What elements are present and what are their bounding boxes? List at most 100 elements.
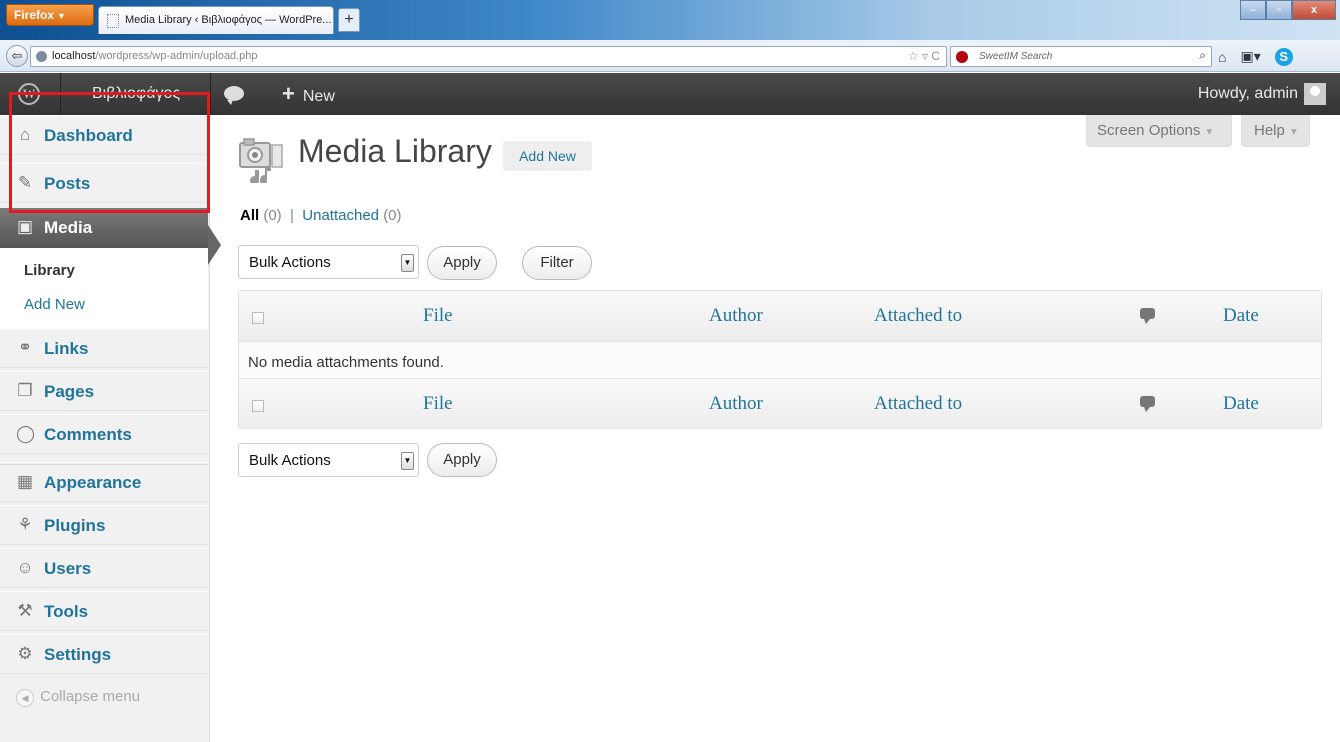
search-placeholder: SweetIM Search <box>979 51 1053 62</box>
window-controls: ‒ ▫ x <box>1240 0 1336 20</box>
home-button-icon[interactable]: ⌂ <box>1218 49 1226 65</box>
back-button[interactable]: ⇦ <box>6 45 28 67</box>
media-table: File Author Attached to Date No media at… <box>238 290 1322 429</box>
sidebar-item-label: Links <box>44 339 89 358</box>
filter-all-count: (0) <box>263 207 282 224</box>
settings-icon: ⚙ <box>17 644 33 663</box>
appearance-icon: ▦ <box>16 472 34 491</box>
sidebar-item-links[interactable]: ⚭ Links <box>0 328 208 368</box>
apply-button-bottom[interactable]: Apply <box>427 443 497 477</box>
add-new-button[interactable]: Add New <box>503 141 592 171</box>
pages-icon: ❐ <box>17 381 33 400</box>
sidebar-item-label: Pages <box>44 382 95 401</box>
table-header-row: File Author Attached to Date <box>239 291 1321 341</box>
dropdown-arrow-icon: ▼ <box>401 452 414 470</box>
search-engine-icon[interactable] <box>956 51 968 63</box>
search-icon[interactable]: ⌕ <box>1199 48 1206 63</box>
sidebar-item-label: Appearance <box>44 473 142 492</box>
sidebar-item-label: Users <box>44 559 92 578</box>
select-all-checkbox[interactable] <box>252 312 264 324</box>
divider <box>210 73 211 115</box>
column-attached-to[interactable]: Attached to <box>874 305 962 327</box>
sidebar-item-appearance[interactable]: ▦ Appearance <box>0 462 208 502</box>
sidebar-item-users[interactable]: ☺ Users <box>0 548 208 588</box>
filter-unattached-count: (0) <box>383 207 402 224</box>
navigation-bar: ⇦ localhost/wordpress/wp-admin/upload.ph… <box>0 40 1340 72</box>
firefox-menu-button[interactable]: Firefox ▼ <box>6 4 94 26</box>
browser-title-bar: Firefox ▼ Media Library ‹ Βιβλιοφάγος — W… <box>0 0 1340 40</box>
comments-bubble-icon[interactable] <box>224 73 244 115</box>
column-date[interactable]: Date <box>1223 393 1259 415</box>
filter-button[interactable]: Filter <box>522 246 592 280</box>
page-title: Media Library <box>298 133 492 169</box>
sidebar-item-label: Plugins <box>44 516 106 535</box>
comment-icon: ◯ <box>16 424 36 443</box>
collapse-arrow-icon: ◀ <box>16 689 34 707</box>
addon-icon[interactable]: ▣▾ <box>1240 48 1260 65</box>
dropdown-arrow-icon: ▼ <box>401 254 414 272</box>
table-row: No media attachments found. <box>239 341 1321 379</box>
account-menu[interactable]: Howdy, admin <box>1198 73 1326 115</box>
link-icon: ⚭ <box>17 338 33 357</box>
media-highlight-box <box>9 92 210 213</box>
help-tab[interactable]: Help ▼ <box>1241 115 1310 147</box>
comments-column-icon[interactable] <box>1140 396 1155 412</box>
column-date[interactable]: Date <box>1223 305 1259 327</box>
sidebar-item-label: Comments <box>44 425 132 444</box>
apply-button-top[interactable]: Apply <box>427 246 497 280</box>
bulk-actions-select-top[interactable]: Bulk Actions ▼ <box>238 245 419 279</box>
sidebar-item-comments[interactable]: ◯ Comments <box>0 414 208 454</box>
column-author[interactable]: Author <box>709 393 763 415</box>
column-file[interactable]: File <box>423 393 453 415</box>
column-file[interactable]: File <box>423 305 453 327</box>
site-identity-icon[interactable] <box>36 51 47 62</box>
url-text: localhost/wordpress/wp-admin/upload.php <box>52 50 258 62</box>
sidebar-item-pages[interactable]: ❐ Pages <box>0 371 208 411</box>
bulk-actions-select-bottom[interactable]: Bulk Actions ▼ <box>238 443 419 477</box>
minimize-button[interactable]: ‒ <box>1240 0 1266 20</box>
media-library-icon <box>239 138 283 183</box>
search-bar[interactable]: SweetIM Search ⌕ <box>950 46 1212 67</box>
maximize-button[interactable]: ▫ <box>1266 0 1292 20</box>
sidebar-item-plugins[interactable]: ⚘ Plugins <box>0 505 208 545</box>
media-submenu: Library Add New <box>0 248 208 328</box>
skype-icon[interactable]: S <box>1274 47 1293 66</box>
close-button[interactable]: x <box>1292 0 1336 20</box>
url-bar[interactable]: localhost/wordpress/wp-admin/upload.php … <box>30 46 947 67</box>
select-value: Bulk Actions <box>249 254 331 271</box>
sidebar-item-label: Media <box>44 218 93 237</box>
sidebar-item-label: Settings <box>44 645 112 664</box>
page-icon <box>107 14 119 28</box>
bookmark-star-icon[interactable]: ☆ ▿ C <box>908 49 940 63</box>
collapse-menu-button[interactable]: ◀ Collapse menu <box>16 688 140 707</box>
media-filter-links: All (0) | Unattached (0) <box>240 207 402 224</box>
sidebar-item-settings[interactable]: ⚙ Settings <box>0 634 208 674</box>
sidebar-item-label: Tools <box>44 602 89 621</box>
media-icon: ▣ <box>16 217 34 236</box>
screen-options-tab[interactable]: Screen Options ▼ <box>1086 115 1232 147</box>
toolbar-icons: ⌂ ▣▾ S <box>1218 46 1293 67</box>
avatar <box>1304 82 1326 105</box>
submenu-library[interactable]: Library <box>24 262 75 279</box>
filter-unattached[interactable]: Unattached <box>302 207 379 224</box>
table-footer-row: File Author Attached to Date <box>239 379 1321 429</box>
new-content-link[interactable]: + New <box>282 73 335 115</box>
plugin-icon: ⚘ <box>17 515 33 534</box>
new-tab-button[interactable]: + <box>338 8 360 32</box>
column-author[interactable]: Author <box>709 305 763 327</box>
column-attached-to[interactable]: Attached to <box>874 393 962 415</box>
filter-all[interactable]: All <box>240 207 259 224</box>
filter-separator: | <box>290 207 294 224</box>
plus-icon: + <box>282 81 295 106</box>
current-menu-arrow <box>208 225 221 265</box>
browser-tab[interactable]: Media Library ‹ Βιβλιοφάγος — WordPre... <box>98 6 334 34</box>
submenu-add-new[interactable]: Add New <box>24 296 85 313</box>
sidebar-item-tools[interactable]: ⚒ Tools <box>0 591 208 631</box>
sidebar-item-media[interactable]: ▣ Media <box>0 208 208 248</box>
select-value: Bulk Actions <box>249 452 331 469</box>
tools-icon: ⚒ <box>17 601 33 620</box>
comments-column-icon[interactable] <box>1140 308 1155 324</box>
select-all-checkbox-footer[interactable] <box>252 400 264 412</box>
empty-message: No media attachments found. <box>248 354 444 371</box>
users-icon: ☺ <box>16 558 34 577</box>
